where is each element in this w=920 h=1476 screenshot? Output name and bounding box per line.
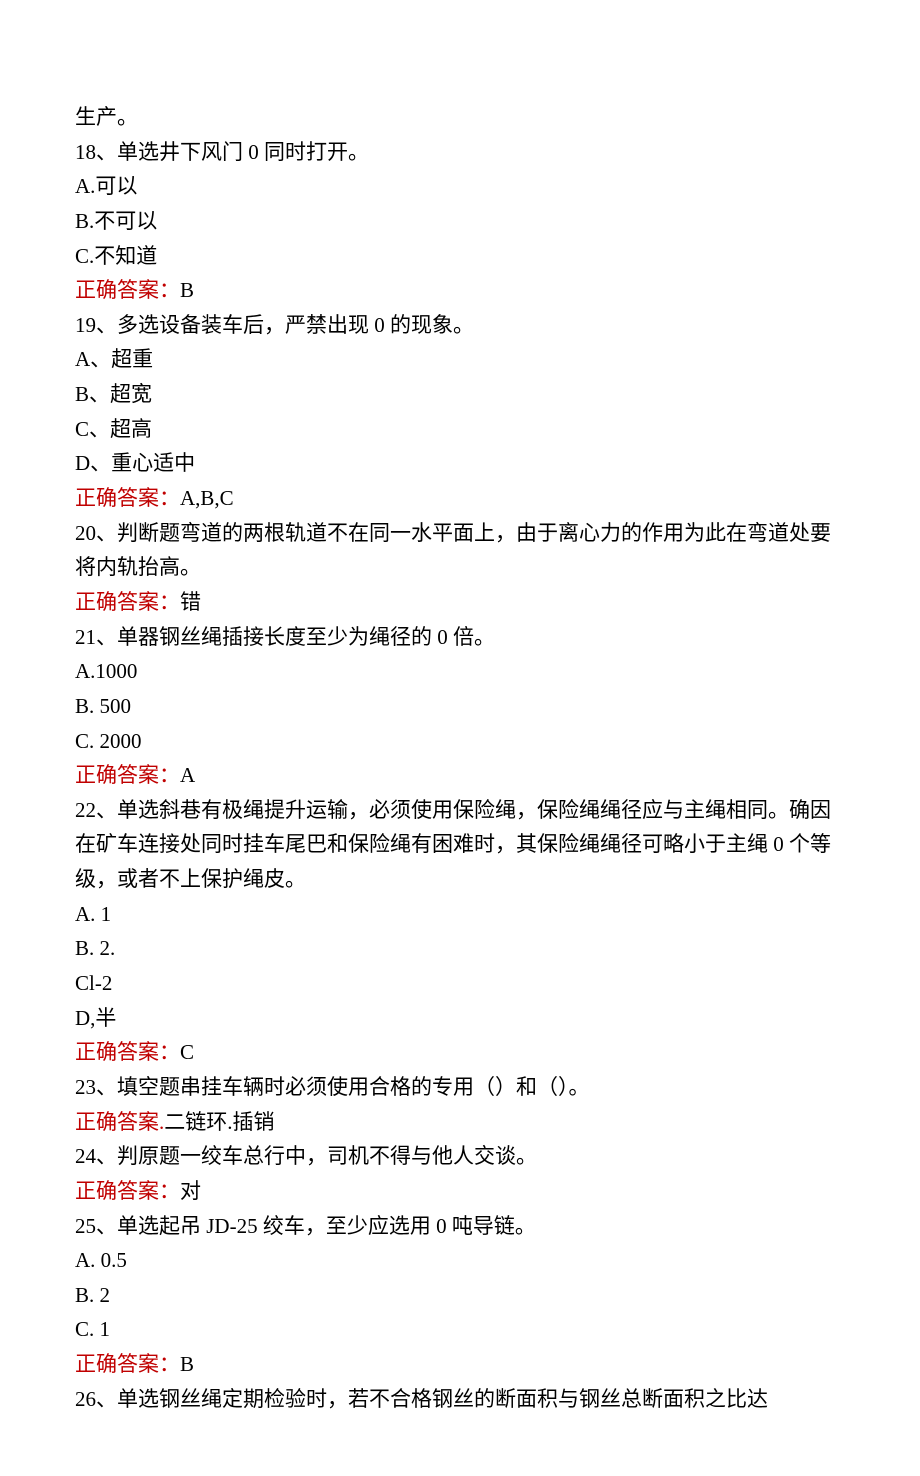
- q21-option-c: C. 2000: [75, 724, 845, 759]
- q21-stem: 21、单器钢丝绳插接长度至少为绳径的 0 倍。: [75, 620, 845, 655]
- q18-stem: 18、单选井下风门 0 同时打开。: [75, 135, 845, 170]
- q24-stem: 24、判原题一绞车总行中，司机不得与他人交谈。: [75, 1139, 845, 1174]
- q18-answer-label: 正确答案：: [75, 278, 180, 302]
- q25-stem: 25、单选起吊 JD-25 绞车，至少应选用 0 吨导链。: [75, 1209, 845, 1244]
- q20-answer: 正确答案：错: [75, 585, 845, 620]
- q22-answer-value: C: [180, 1040, 194, 1064]
- q21-option-b: B. 500: [75, 689, 845, 724]
- q23-answer: 正确答案.二链环.插销: [75, 1105, 845, 1140]
- q23-stem: 23、填空题串挂车辆时必须使用合格的专用（）和（）。: [75, 1070, 845, 1105]
- q23-answer-value: 二链环.插销: [164, 1110, 274, 1134]
- q20-stem: 20、判断题弯道的两根轨道不在同一水平面上，由于离心力的作用为此在弯道处要将内轨…: [75, 516, 845, 585]
- q18-answer-value: B: [180, 278, 194, 302]
- q19-option-c: C、超高: [75, 412, 845, 447]
- q23-answer-label: 正确答案.: [75, 1110, 164, 1134]
- q22-option-b: B. 2.: [75, 931, 845, 966]
- q24-answer-label: 正确答案：: [75, 1179, 180, 1203]
- q19-answer-label: 正确答案：: [75, 486, 180, 510]
- fragment-top: 生产。: [75, 100, 845, 135]
- q25-answer-value: B: [180, 1352, 194, 1376]
- q22-stem: 22、单选斜巷有极绳提升运输，必须使用保险绳，保险绳绳径应与主绳相同。确因在矿车…: [75, 793, 845, 897]
- q19-stem: 19、多选设备装车后，严禁出现 0 的现象。: [75, 308, 845, 343]
- q25-option-c: C. 1: [75, 1312, 845, 1347]
- q21-answer: 正确答案：A: [75, 758, 845, 793]
- q21-option-a: A.1000: [75, 654, 845, 689]
- q20-answer-value: 错: [180, 590, 201, 614]
- q18-option-b: B.不可以: [75, 204, 845, 239]
- q21-answer-value: A: [180, 763, 195, 787]
- q19-option-a: A、超重: [75, 342, 845, 377]
- q18-option-a: A.可以: [75, 169, 845, 204]
- q25-answer-label: 正确答案：: [75, 1352, 180, 1376]
- q20-answer-label: 正确答案：: [75, 590, 180, 614]
- q19-answer: 正确答案：A,B,C: [75, 481, 845, 516]
- q18-answer: 正确答案：B: [75, 273, 845, 308]
- q19-answer-value: A,B,C: [180, 486, 234, 510]
- q22-option-c: Cl-2: [75, 966, 845, 1001]
- q22-answer-label: 正确答案：: [75, 1040, 180, 1064]
- q22-answer: 正确答案：C: [75, 1035, 845, 1070]
- q25-option-b: B. 2: [75, 1278, 845, 1313]
- q18-option-c: C.不知道: [75, 239, 845, 274]
- q22-option-a: A. 1: [75, 897, 845, 932]
- q19-option-d: D、重心适中: [75, 446, 845, 481]
- q25-answer: 正确答案：B: [75, 1347, 845, 1382]
- q19-option-b: B、超宽: [75, 377, 845, 412]
- q24-answer: 正确答案：对: [75, 1174, 845, 1209]
- q26-stem: 26、单选钢丝绳定期检验时，若不合格钢丝的断面积与钢丝总断面积之比达: [75, 1382, 845, 1417]
- q22-option-d: D,半: [75, 1001, 845, 1036]
- q21-answer-label: 正确答案：: [75, 763, 180, 787]
- q24-answer-value: 对: [180, 1179, 201, 1203]
- q25-option-a: A. 0.5: [75, 1243, 845, 1278]
